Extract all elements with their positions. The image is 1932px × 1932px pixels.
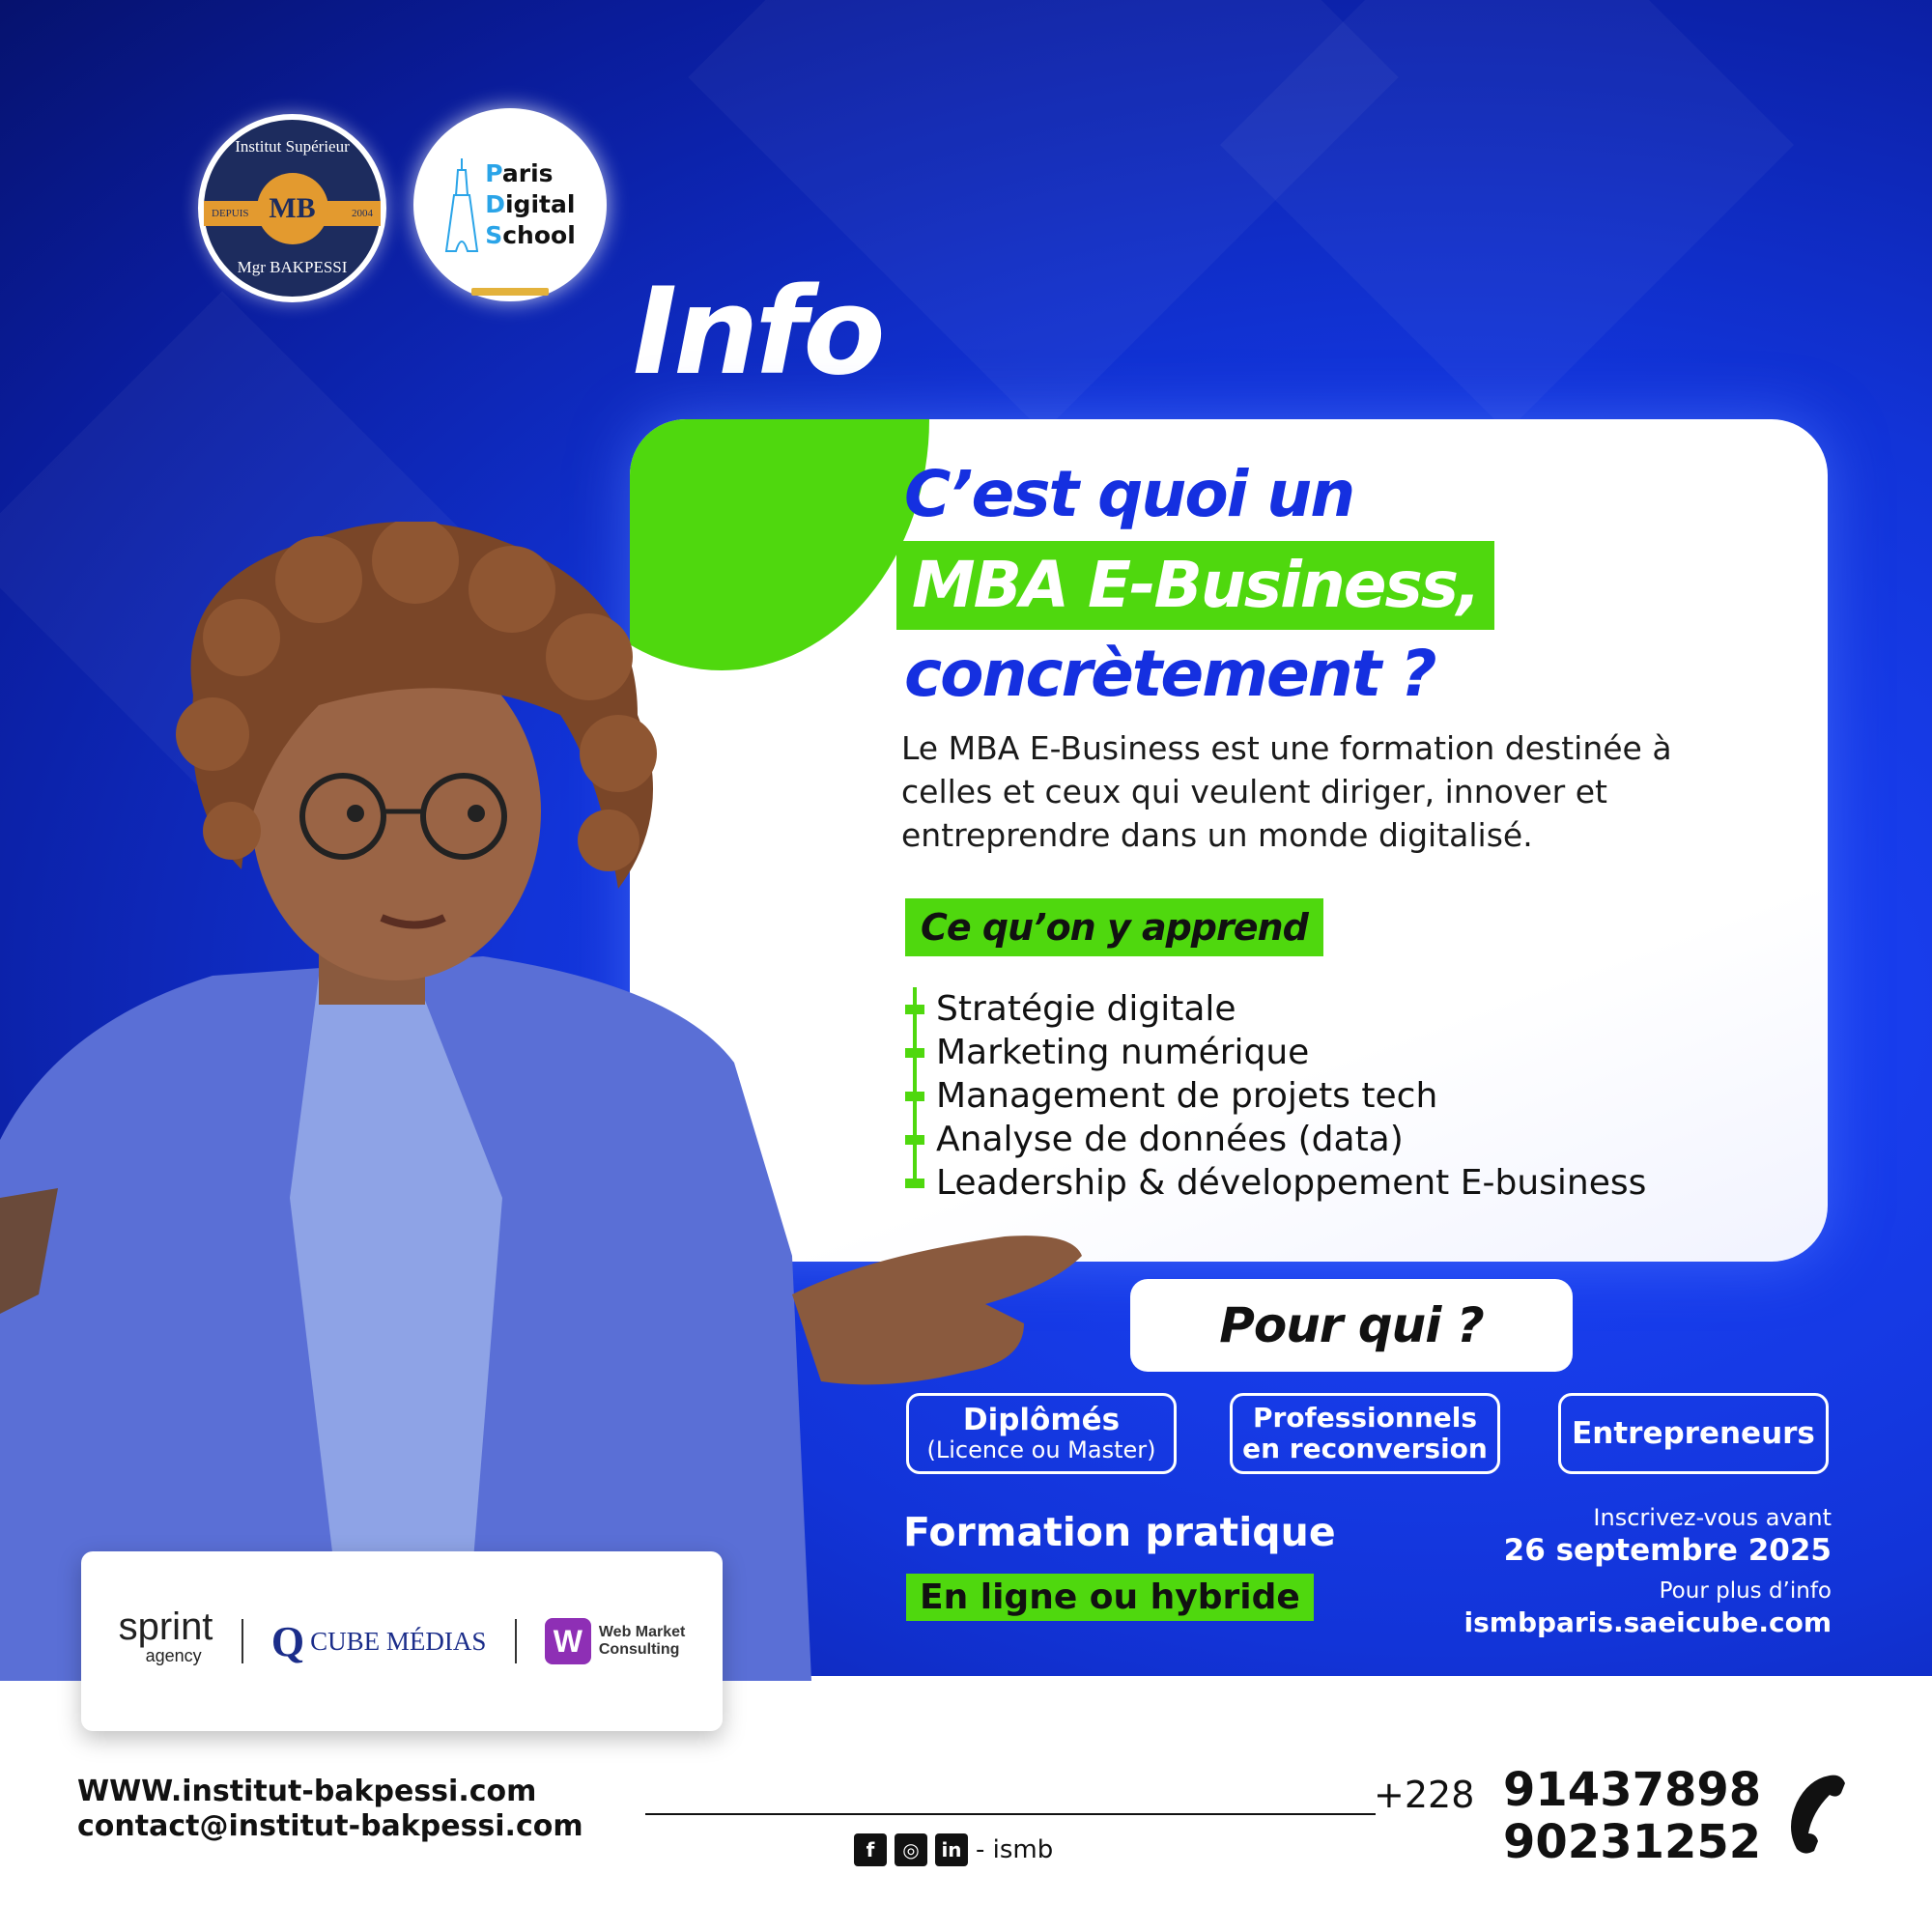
background-facet [1220,0,1794,432]
phone-icon [1791,1775,1845,1854]
web-market-consulting-logo: W Web Market Consulting [544,1618,685,1664]
audience-entrepreneurs: Entrepreneurs [1558,1393,1829,1474]
ismb-logo-ring-top: Institut Supérieur [235,137,350,156]
formation-mode: En ligne ou hybride [906,1574,1314,1621]
linkedin-icon[interactable]: in [935,1833,968,1866]
sprint-agency-logo: sprint agency [118,1605,213,1665]
audience-heading: Pour qui ? [1130,1279,1573,1372]
ismb-logo-monogram: MB [256,172,328,244]
paris-digital-school-wordmark: Paris Digital School [485,159,576,249]
audience-subtitle: (Licence ou Master) [926,1436,1156,1463]
info-website-link[interactable]: ismbparis.saeicube.com [1464,1605,1833,1640]
facebook-icon[interactable]: f [854,1833,887,1866]
cube-medias-icon: Q [270,1617,305,1665]
social-handle: - ismb [976,1835,1054,1864]
page-title: Info [633,263,886,402]
email-link[interactable]: contact@institut-bakpessi.com [77,1809,583,1844]
phone-country-code: +228 [1374,1774,1475,1816]
deadline-intro: Inscrivez-vous avant [1593,1504,1832,1531]
person-photo [0,522,1082,1681]
audience-graduates: Diplômés (Licence ou Master) [906,1393,1177,1474]
ismb-logo-ring-bottom: Mgr BAKPESSI [237,258,348,276]
website-link[interactable]: WWW.institut-bakpessi.com [77,1775,583,1809]
audience-subtitle: en reconversion [1242,1433,1488,1464]
phone-numbers: 91437898 90231252 [1503,1764,1761,1868]
phone-number-1[interactable]: 91437898 [1503,1764,1761,1816]
cube-medias-logo: Q CUBE MÉDIAS [270,1617,487,1665]
audience-professionals: Professionnels en reconversion [1230,1393,1500,1474]
audience-title: Professionnels [1252,1402,1478,1434]
deadline-date: 26 septembre 2025 [1503,1533,1832,1568]
registration-deadline: Inscrivez-vous avant 26 septembre 2025 P… [1464,1503,1833,1640]
web-market-consulting-icon: W [544,1618,591,1664]
ismb-logo-depuis: DEPUIS [212,208,249,219]
instagram-icon[interactable]: ◎ [895,1833,927,1866]
footer-contact: WWW.institut-bakpessi.com contact@instit… [77,1775,583,1844]
social-links: f ◎ in - ismb [854,1833,1053,1866]
footer-divider [645,1813,1376,1815]
logo-strip [471,288,549,296]
phone-number-2[interactable]: 90231252 [1503,1816,1761,1868]
eiffel-tower-icon [445,158,479,252]
paris-digital-school-logo: Paris Digital School [413,108,607,301]
audience-title: Diplômés [962,1403,1121,1437]
ismb-logo: Institut Supérieur DEPUIS 2004 MB Mgr BA… [198,114,386,302]
formation-label: Formation pratique [903,1509,1336,1555]
audience-title: Entrepreneurs [1572,1416,1815,1451]
info-label: Pour plus d’info [1659,1578,1832,1604]
partner-divider [241,1619,243,1663]
partner-divider [514,1619,517,1663]
partners-box: sprint agency Q CUBE MÉDIAS W Web Market C… [81,1551,723,1731]
ismb-logo-year: 2004 [352,208,373,219]
